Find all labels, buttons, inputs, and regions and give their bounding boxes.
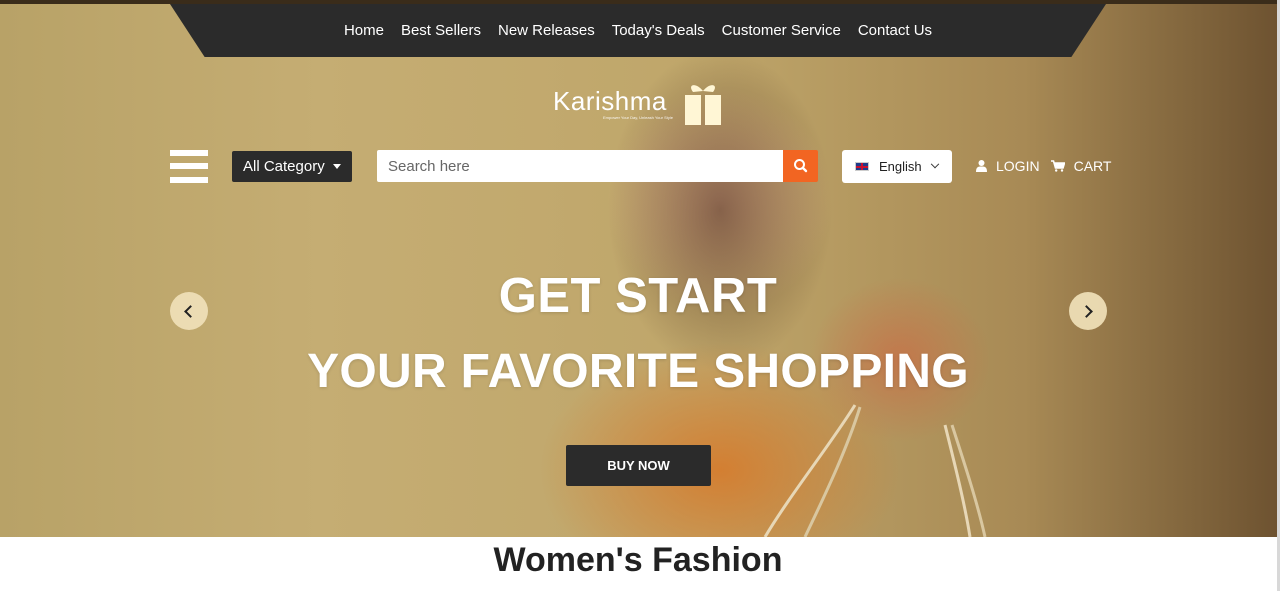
cart-icon <box>1050 160 1065 172</box>
gift-icon <box>685 85 721 125</box>
hero-title-line-1: GET START <box>498 269 778 323</box>
account-links: LOGIN CART <box>976 158 1111 174</box>
top-border <box>0 0 1280 4</box>
nav-contact-us[interactable]: Contact Us <box>858 22 932 39</box>
login-label: LOGIN <box>996 158 1040 174</box>
buy-now-button[interactable]: BUY NOW <box>566 445 711 486</box>
nav-home[interactable]: Home <box>344 22 384 39</box>
search-icon <box>794 159 808 173</box>
cart-label: CART <box>1073 158 1112 174</box>
nav-best-sellers[interactable]: Best Sellers <box>401 22 481 39</box>
site-logo[interactable]: Karishma Empower Your Day, Unleash Your … <box>553 82 728 128</box>
main-nav: Home Best Sellers New Releases Today's D… <box>170 4 1106 57</box>
logo-tagline: Empower Your Day, Unleash Your Style <box>603 115 673 120</box>
search-button[interactable] <box>783 150 818 182</box>
language-label: English <box>879 159 922 174</box>
nav-new-releases[interactable]: New Releases <box>498 22 595 39</box>
search-input[interactable] <box>377 150 783 182</box>
nav-todays-deals[interactable]: Today's Deals <box>612 22 705 39</box>
menu-icon[interactable] <box>170 150 208 183</box>
caret-down-icon <box>332 164 341 169</box>
category-label: All Category <box>243 158 325 175</box>
cart-link[interactable]: CART <box>1050 158 1112 174</box>
login-link[interactable]: LOGIN <box>976 158 1040 174</box>
flag-uk-icon <box>855 162 869 171</box>
hero-banner: Home Best Sellers New Releases Today's D… <box>0 0 1280 537</box>
hero-title-line-2: YOUR FAVORITE SHOPPING <box>307 345 969 398</box>
chevron-down-icon <box>930 159 939 168</box>
nav-customer-service[interactable]: Customer Service <box>722 22 841 39</box>
section-title: Women's Fashion <box>493 541 783 579</box>
shopping-bag-strings <box>763 404 987 537</box>
logo-name: Karishma <box>553 86 667 116</box>
language-selector[interactable]: English <box>842 150 952 183</box>
user-icon <box>976 160 987 172</box>
category-dropdown[interactable]: All Category <box>232 151 352 182</box>
womens-fashion-section: Women's Fashion <box>0 537 1280 591</box>
